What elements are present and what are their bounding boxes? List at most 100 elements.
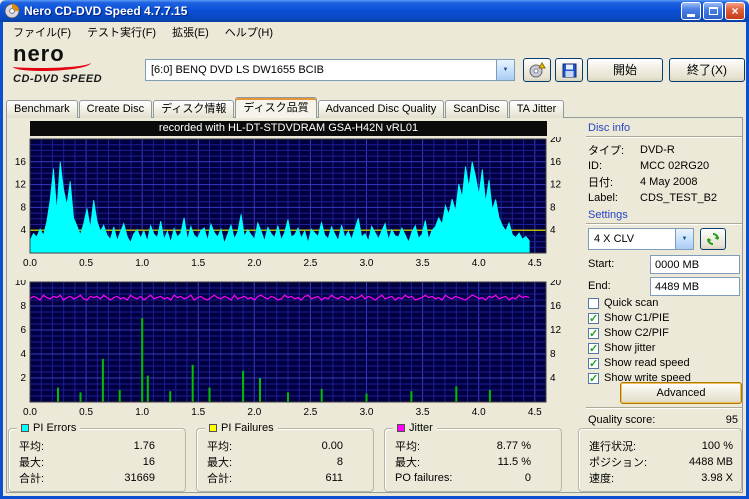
checkbox-show-jitter[interactable]: ✓ Show jitter [588, 341, 742, 355]
start-field[interactable] [650, 255, 740, 274]
stat-value: 8.77 % [496, 440, 531, 452]
disc-info-row: Label: CDS_TEST_B2 [588, 190, 740, 206]
stat-row: 最大: 16 [19, 454, 155, 470]
disc-info-value: 4 May 2008 [640, 176, 698, 188]
jitter-statbox: Jitter 平均: 8.77 % 最大: 11.5 % PO failures: 0 [384, 422, 562, 492]
progress-value: 100 % [701, 440, 733, 452]
end-field[interactable] [650, 277, 740, 296]
checkbox-icon [588, 297, 599, 309]
legend-label: Jitter [409, 422, 433, 434]
stat-label: 平均: [207, 441, 233, 453]
exit-button[interactable]: 終了(X) [669, 58, 745, 82]
save-button[interactable] [555, 58, 583, 82]
legend-label: PI Failures [221, 422, 274, 434]
stat-label: PO failures: [395, 472, 453, 484]
toolbar: nero CD-DVD SPEED [6:0] BENQ DVD LS DW16… [3, 42, 746, 97]
speed-select[interactable]: 4 X CLV ▼ [588, 228, 694, 250]
quality-score-row: Quality score: 95 [588, 414, 738, 426]
progress-statbox: 進行状況: 100 % ポジション: 4488 MB 速度: 3.98 X [578, 428, 742, 492]
progress-row: ポジション: 4488 MB [589, 454, 733, 470]
nero-logo: nero CD-DVD SPEED [13, 43, 143, 85]
refresh-button[interactable] [700, 228, 726, 250]
checkbox-show-read-speed[interactable]: ✓ Show read speed [588, 356, 742, 370]
title-bar[interactable]: Nero CD-DVD Speed 4.7.7.15 × [0, 0, 749, 22]
stat-row: 合計: 31669 [19, 470, 155, 486]
minimize-button[interactable] [681, 2, 701, 20]
pi-errors-statbox: PI Errors 平均: 1.76 最大: 16 合計: 31669 [8, 422, 186, 492]
tick-label: 4 [20, 225, 26, 236]
checkbox-show-c1-pie[interactable]: ✓ Show C1/PIE [588, 311, 742, 325]
advanced-button[interactable]: Advanced [620, 382, 742, 404]
checkbox-show-c2-pif[interactable]: ✓ Show C2/PIF [588, 326, 742, 340]
progress-row: 進行状況: 100 % [589, 438, 733, 454]
menu-item[interactable]: ファイル(F) [5, 22, 79, 42]
checkbox-icon: ✓ [588, 342, 599, 355]
disc-info-title: Disc info [588, 122, 631, 134]
tick-label: 8 [550, 202, 556, 213]
tick-label: 2.5 [303, 407, 317, 418]
drive-select-value: [6:0] BENQ DVD LS DW1655 BCIB [151, 64, 325, 76]
checkbox-icon: ✓ [588, 312, 599, 325]
eject-disc-icon [529, 62, 546, 78]
tick-label: 0.0 [23, 407, 37, 418]
maximize-button[interactable] [703, 2, 723, 20]
tick-label: 3.5 [416, 258, 430, 269]
app-icon [4, 3, 20, 19]
tab-scandisc[interactable]: ScanDisc [445, 100, 508, 118]
progress-label: 進行状況: [589, 441, 637, 453]
stat-row: 合計: 611 [207, 470, 343, 486]
tab-create-disc[interactable]: Create Disc [78, 100, 153, 118]
stat-label: 合計: [207, 473, 233, 485]
tab-ディスク品質[interactable]: ディスク品質 [235, 97, 317, 118]
drive-select[interactable]: [6:0] BENQ DVD LS DW1655 BCIB ▼ [145, 59, 515, 81]
checkbox-label: Show C1/PIE [604, 312, 670, 324]
stat-label: 最大: [19, 457, 45, 469]
jitter-swatch [397, 424, 405, 432]
disc-info-label: タイプ: [588, 145, 625, 157]
tick-label: 16 [15, 157, 27, 168]
stat-label: 平均: [395, 441, 421, 453]
tab-advanced-disc-quality[interactable]: Advanced Disc Quality [317, 100, 445, 118]
speed-select-value: 4 X CLV [594, 233, 635, 245]
pi-errors-swatch [21, 424, 29, 432]
tick-label: 0.5 [79, 407, 93, 418]
tick-label: 16 [550, 157, 562, 168]
window-title: Nero CD-DVD Speed 4.7.7.15 [24, 4, 188, 18]
pi-errors-chart: 4 8 12 16 4 8 12 16 20 0.0 0.5 1.0 1.5 2.0 2.5 3.0 3.5 4.… [15, 137, 562, 269]
menu-item[interactable]: 拡張(E) [164, 22, 217, 42]
pi-failures-legend: PI Failures [205, 422, 278, 434]
tab-ta-jitter[interactable]: TA Jitter [508, 100, 565, 118]
disc-info-row: タイプ: DVD-R [588, 142, 740, 158]
disc-info-label: ID: [588, 160, 603, 172]
tick-label: 4.0 [472, 258, 486, 269]
menu-item[interactable]: ヘルプ(H) [217, 22, 281, 42]
stat-label: 合計: [19, 473, 45, 485]
checkbox-quick-scan[interactable]: Quick scan [588, 296, 742, 310]
stat-row: PO failures: 0 [395, 470, 531, 486]
minimize-icon [687, 13, 695, 17]
eject-disc-button[interactable] [523, 58, 551, 82]
menu-item[interactable]: テスト実行(F) [79, 22, 164, 42]
disc-info-rows: タイプ: DVD-R ID: MCC 02RG20 日付: 4 May 2008 Label… [588, 142, 740, 206]
tick-label: 0.0 [23, 258, 37, 269]
checkbox-label: Show jitter [604, 342, 656, 354]
checkbox-icon: ✓ [588, 372, 599, 385]
logo-product: CD-DVD SPEED [13, 73, 103, 85]
tab-ディスク情報[interactable]: ディスク情報 [153, 100, 235, 118]
close-button[interactable]: × [725, 2, 745, 20]
chevron-down-icon[interactable]: ▼ [675, 229, 693, 249]
jitter-stat-rows: 平均: 8.77 % 最大: 11.5 % PO failures: 0 [385, 429, 561, 486]
stat-row: 平均: 0.00 [207, 438, 343, 454]
tab-strip: Benchmark Create Disc ディスク情報 ディスク品質 Advanced… [6, 97, 743, 118]
tab-benchmark[interactable]: Benchmark [6, 100, 78, 118]
start-button[interactable]: 開始 [587, 58, 663, 82]
tick-label: 4 [550, 225, 556, 236]
tick-label: 8 [20, 301, 26, 312]
tick-label: 1.5 [191, 407, 205, 418]
chevron-down-icon[interactable]: ▼ [496, 60, 514, 80]
separator [586, 223, 742, 225]
tick-label: 8 [550, 349, 556, 360]
stat-value: 1.76 [133, 440, 155, 452]
tick-label: 0.5 [79, 258, 93, 269]
tick-label: 2.0 [247, 407, 261, 418]
